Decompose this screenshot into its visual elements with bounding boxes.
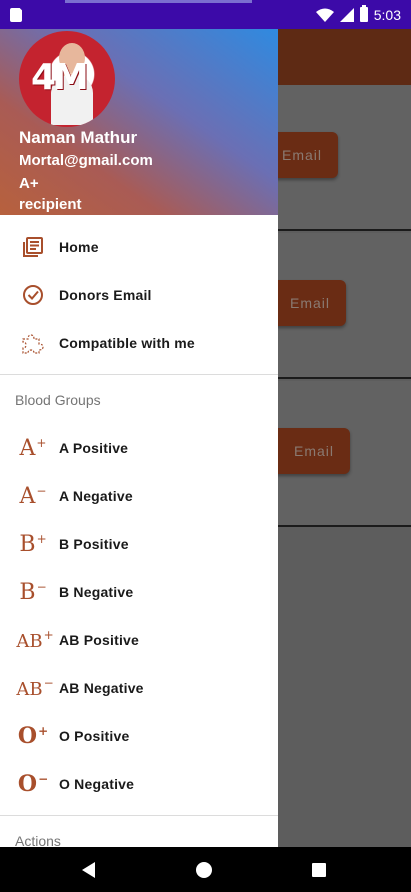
- status-strip: [65, 0, 252, 3]
- user-blood-group: A+: [19, 175, 39, 192]
- puzzle-icon: [20, 330, 46, 356]
- status-right: 5:03: [315, 0, 401, 29]
- menu-label: A Negative: [59, 488, 133, 504]
- divider: [0, 815, 278, 816]
- section-title-actions: Actions: [15, 833, 61, 847]
- system-nav-bar: [0, 847, 411, 892]
- menu-label: AB Positive: [59, 632, 139, 648]
- user-email: Mortal@gmail.com: [19, 152, 153, 169]
- status-bar: 5:03: [0, 0, 411, 29]
- menu-label: A Positive: [59, 440, 129, 456]
- section-title-blood-groups: Blood Groups: [15, 392, 101, 408]
- menu-label: O Positive: [59, 728, 130, 744]
- menu-label: Donors Email: [59, 287, 152, 303]
- a-positive-icon: A+: [19, 435, 47, 461]
- menu-item-a-negative[interactable]: A− A Negative: [0, 472, 278, 520]
- menu-item-compatible[interactable]: Compatible with me: [0, 319, 278, 367]
- navigation-drawer: 4M Naman Mathur Mortal@gmail.com A+ reci…: [0, 29, 278, 847]
- divider: [0, 374, 278, 375]
- ab-negative-icon: AB−: [16, 676, 54, 700]
- o-positive-icon: O+: [17, 723, 49, 749]
- b-positive-icon: B+: [19, 531, 47, 557]
- menu-label: B Negative: [59, 584, 134, 600]
- status-time: 5:03: [373, 6, 401, 23]
- menu-label: Home: [59, 239, 99, 255]
- ab-positive-icon: AB+: [16, 628, 54, 652]
- user-role: recipient: [19, 196, 82, 213]
- menu-item-ab-negative[interactable]: AB− AB Negative: [0, 664, 278, 712]
- wifi-icon: [315, 8, 334, 22]
- menu-item-a-positive[interactable]: A+ A Positive: [0, 424, 278, 472]
- menu-label: O Negative: [59, 776, 135, 792]
- check-circle-icon: [20, 282, 46, 308]
- avatar-logo: 4M: [31, 57, 89, 98]
- sim-card-icon: [10, 8, 22, 22]
- home-icon[interactable]: [196, 862, 212, 878]
- drawer-header: 4M Naman Mathur Mortal@gmail.com A+ reci…: [0, 29, 278, 215]
- avatar[interactable]: 4M: [19, 31, 115, 127]
- menu-label: Compatible with me: [59, 335, 195, 351]
- menu-item-home[interactable]: Home: [0, 223, 278, 271]
- back-icon[interactable]: [82, 862, 95, 878]
- recents-icon[interactable]: [312, 863, 326, 877]
- menu-item-b-positive[interactable]: B+ B Positive: [0, 520, 278, 568]
- menu-item-o-negative[interactable]: O− O Negative: [0, 760, 278, 808]
- battery-icon: [359, 5, 368, 22]
- a-negative-icon: A−: [19, 483, 47, 509]
- user-name: Naman Mathur: [19, 128, 138, 147]
- menu-item-ab-positive[interactable]: AB+ AB Positive: [0, 616, 278, 664]
- menu-item-o-positive[interactable]: O+ O Positive: [0, 712, 278, 760]
- menu-item-b-negative[interactable]: B− B Negative: [0, 568, 278, 616]
- menu-label: B Positive: [59, 536, 129, 552]
- menu-item-donors-email[interactable]: Donors Email: [0, 271, 278, 319]
- b-negative-icon: B−: [19, 579, 47, 605]
- menu-label: AB Negative: [59, 680, 144, 696]
- signal-icon: [339, 7, 354, 22]
- news-icon: [20, 234, 46, 260]
- o-negative-icon: O−: [17, 771, 49, 797]
